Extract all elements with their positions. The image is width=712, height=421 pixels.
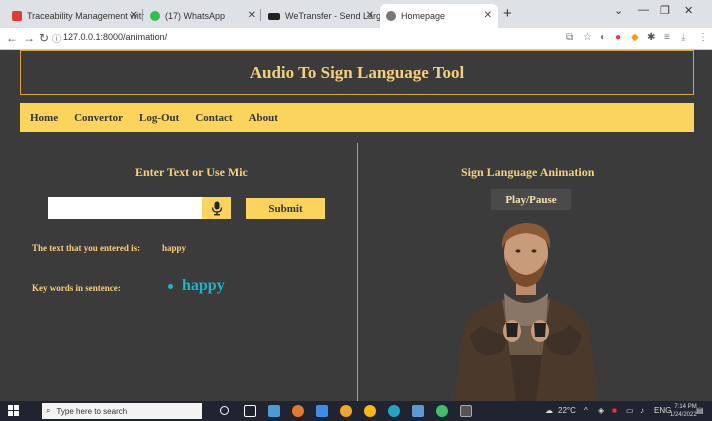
windows-start-icon[interactable] <box>8 405 19 416</box>
back-icon[interactable]: ← <box>6 31 18 45</box>
terminal-icon[interactable] <box>460 405 472 417</box>
keyword-text: happy <box>182 277 225 294</box>
info-icon[interactable]: ⓘ <box>52 32 61 45</box>
browser-tab-whatsapp[interactable]: (17) WhatsApp ✕ <box>144 4 262 28</box>
browser-tab-homepage[interactable]: Homepage ✕ <box>380 4 498 28</box>
reload-icon[interactable]: ↻ <box>39 31 49 45</box>
close-icon[interactable]: ✕ <box>484 10 492 21</box>
network-icon[interactable]: ◈ <box>598 406 604 415</box>
taskbar: ⌕ Type here to search ☁ 22°C ^ ◈ ■ ▭ ♪ E… <box>0 401 712 421</box>
main-menu: Home Convertor Log-Out Contact About <box>20 103 694 132</box>
tab-separator <box>260 9 261 21</box>
tray-app-icon[interactable]: ■ <box>612 406 617 415</box>
battery-icon[interactable]: ▭ <box>626 406 634 415</box>
close-icon[interactable]: ✕ <box>366 10 374 21</box>
temperature-text[interactable]: 22°C <box>558 406 576 415</box>
app-header: Audio To Sign Language Tool <box>20 50 694 95</box>
forward-icon[interactable]: → <box>23 31 35 45</box>
tab-title: (17) WhatsApp <box>165 11 226 21</box>
tab-separator <box>142 9 143 21</box>
restore-icon[interactable]: ❐ <box>660 4 670 17</box>
extension-icon[interactable]: ● <box>615 32 621 43</box>
play-pause-button[interactable]: Play/Pause <box>491 189 571 210</box>
menu-item-about[interactable]: About <box>249 112 278 124</box>
menu-item-convertor[interactable]: Convertor <box>74 112 123 124</box>
taskbar-search[interactable]: ⌕ Type here to search <box>42 403 202 419</box>
new-tab-button[interactable]: + <box>503 5 512 22</box>
search-icon: ⌕ <box>46 406 51 415</box>
app-icon[interactable] <box>436 405 448 417</box>
page-title: Audio To Sign Language Tool <box>249 62 465 82</box>
volume-icon[interactable]: ♪ <box>640 406 644 415</box>
clock[interactable]: 7:14 PM 1/24/2022 <box>670 403 697 419</box>
list-item: happy <box>168 277 225 295</box>
chevron-down-icon[interactable]: ⌄ <box>614 4 623 17</box>
youtube-icon <box>12 11 22 21</box>
whatsapp-icon <box>150 11 160 21</box>
close-icon[interactable]: ✕ <box>248 10 256 21</box>
weather-icon[interactable]: ☁ <box>545 406 553 415</box>
firefox-icon[interactable] <box>292 405 304 417</box>
extension-icon[interactable]: ◆ <box>631 32 639 43</box>
browser-tabstrip: Traceability Management with H ✕ (17) Wh… <box>0 0 712 28</box>
sign-language-avatar <box>436 215 616 401</box>
reading-list-icon[interactable]: ≡ <box>664 32 670 43</box>
language-icon[interactable]: ENG <box>654 406 671 415</box>
menu-item-contact[interactable]: Contact <box>195 112 232 124</box>
minimize-icon[interactable]: — <box>638 4 649 16</box>
edge-icon[interactable] <box>388 405 400 417</box>
tab-title: Traceability Management with H <box>27 11 144 21</box>
wetransfer-icon <box>268 12 280 20</box>
browser-tab-traceability[interactable]: Traceability Management with H ✕ <box>6 4 144 28</box>
animation-panel: Sign Language Animation Play/Pause <box>358 143 694 401</box>
animation-heading: Sign Language Animation <box>461 165 595 179</box>
install-icon[interactable]: ⧉ <box>566 32 573 43</box>
text-input[interactable] <box>48 197 202 219</box>
notification-icon[interactable]: ▤ <box>696 406 704 415</box>
star-icon[interactable]: ☆ <box>583 32 592 43</box>
url-text[interactable]: 127.0.0.1:8000/animation/ <box>63 32 167 42</box>
search-app-icon[interactable] <box>340 405 352 417</box>
globe-icon <box>386 11 396 21</box>
cortana-icon[interactable] <box>220 406 229 415</box>
menu-item-home[interactable]: Home <box>30 112 58 124</box>
text-input-panel: Enter Text or Use Mic Submit The text th… <box>20 143 356 401</box>
keywords-label: Key words in sentence: <box>32 283 121 293</box>
entered-text-value: happy <box>162 243 187 253</box>
submit-button[interactable]: Submit <box>246 198 325 219</box>
task-view-icon[interactable] <box>244 405 256 417</box>
chevron-up-icon[interactable]: ^ <box>584 406 588 415</box>
search-placeholder: Type here to search <box>56 406 128 416</box>
tab-title: Homepage <box>401 11 446 21</box>
avatar-figure <box>454 223 598 401</box>
keywords-list: happy <box>168 277 225 295</box>
microphone-icon <box>211 201 222 215</box>
chrome-icon[interactable] <box>364 405 376 417</box>
mail-icon[interactable] <box>268 405 280 417</box>
close-window-icon[interactable]: ✕ <box>684 4 693 17</box>
input-heading: Enter Text or Use Mic <box>135 165 248 179</box>
menu-icon[interactable]: ⋮ <box>698 32 708 43</box>
time-text: 7:14 PM <box>674 404 697 410</box>
extension-icon[interactable]: ◐ <box>600 32 606 43</box>
download-icon[interactable]: ⤓ <box>681 32 685 43</box>
address-bar: ← → ↻ ⓘ 127.0.0.1:8000/animation/ ⧉ ☆ ◐ … <box>0 28 712 50</box>
mic-button[interactable] <box>202 197 231 219</box>
store-icon[interactable] <box>316 405 328 417</box>
menu-item-logout[interactable]: Log-Out <box>139 112 179 124</box>
entered-text-label: The text that you entered is: <box>32 243 141 253</box>
app-icon[interactable] <box>412 405 424 417</box>
date-text: 1/24/2022 <box>670 412 697 418</box>
browser-tab-wetransfer[interactable]: WeTransfer - Send Large Files & ✕ <box>262 4 380 28</box>
puzzle-icon[interactable]: ✱ <box>647 32 655 43</box>
bullet-icon <box>168 283 173 289</box>
close-icon[interactable]: ✕ <box>130 10 138 21</box>
